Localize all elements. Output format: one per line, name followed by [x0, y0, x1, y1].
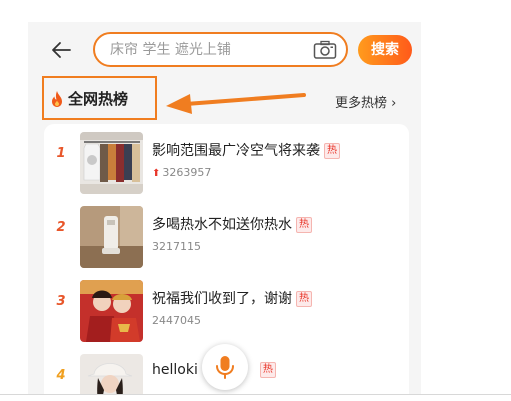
rank-number: 1 [56, 146, 66, 161]
top-strip [0, 0, 511, 22]
search-button[interactable]: 搜索 [358, 35, 412, 65]
arrow-left-icon[interactable] [50, 39, 72, 61]
voice-search-button[interactable] [202, 344, 248, 390]
hot-badge: 热 [296, 217, 312, 233]
heat-count: 2447045 [152, 314, 201, 327]
thumbnail-person-hat [80, 354, 143, 394]
list-item-title: 影响范围最广冷空气将来袭热 [152, 140, 340, 160]
list-item[interactable]: 3 祝福我们收到了，谢谢热 2447045 [44, 272, 409, 344]
arrow-up-icon: ⬆ [152, 168, 161, 179]
heat-count: 3217115 [152, 240, 201, 253]
phone-screen: 搜索 全网热榜 更多热榜 › 1 [28, 22, 421, 394]
search-box[interactable] [93, 32, 348, 67]
list-item[interactable]: 1 影响范围最广冷空气将来袭热 ⬆ 3263957 [44, 124, 409, 196]
chevron-right-icon: › [387, 96, 397, 111]
hot-list-title: 全网热榜 [68, 90, 129, 108]
hot-badge: 热 [259, 362, 276, 378]
thumbnail-water-dispenser [80, 206, 143, 268]
heat-count: ⬆ 3263957 [152, 166, 212, 179]
annotation-arrow [166, 93, 306, 114]
search-input[interactable] [110, 40, 300, 60]
thumbnail-wedding-couple [80, 280, 143, 342]
divider [0, 394, 511, 395]
hot-list-header: 全网热榜 [42, 76, 157, 120]
thumbnail-clothes-rack [80, 132, 143, 194]
more-hot-list-link[interactable]: 更多热榜 › [335, 92, 396, 111]
more-label: 更多热榜 [335, 96, 388, 111]
rank-number: 2 [56, 220, 66, 235]
list-item-title: 祝福我们收到了，谢谢热 [152, 288, 312, 308]
flame-icon [52, 91, 62, 107]
rank-number: 3 [56, 294, 66, 309]
rank-number: 4 [56, 368, 66, 383]
list-item-title: 多喝热水不如送你热水热 [152, 214, 312, 234]
microphone-icon [216, 356, 234, 379]
hot-badge: 热 [324, 143, 340, 159]
hot-badge: 热 [296, 291, 312, 307]
camera-icon[interactable] [313, 40, 337, 60]
list-item[interactable]: 2 多喝热水不如送你热水热 3217115 [44, 198, 409, 270]
